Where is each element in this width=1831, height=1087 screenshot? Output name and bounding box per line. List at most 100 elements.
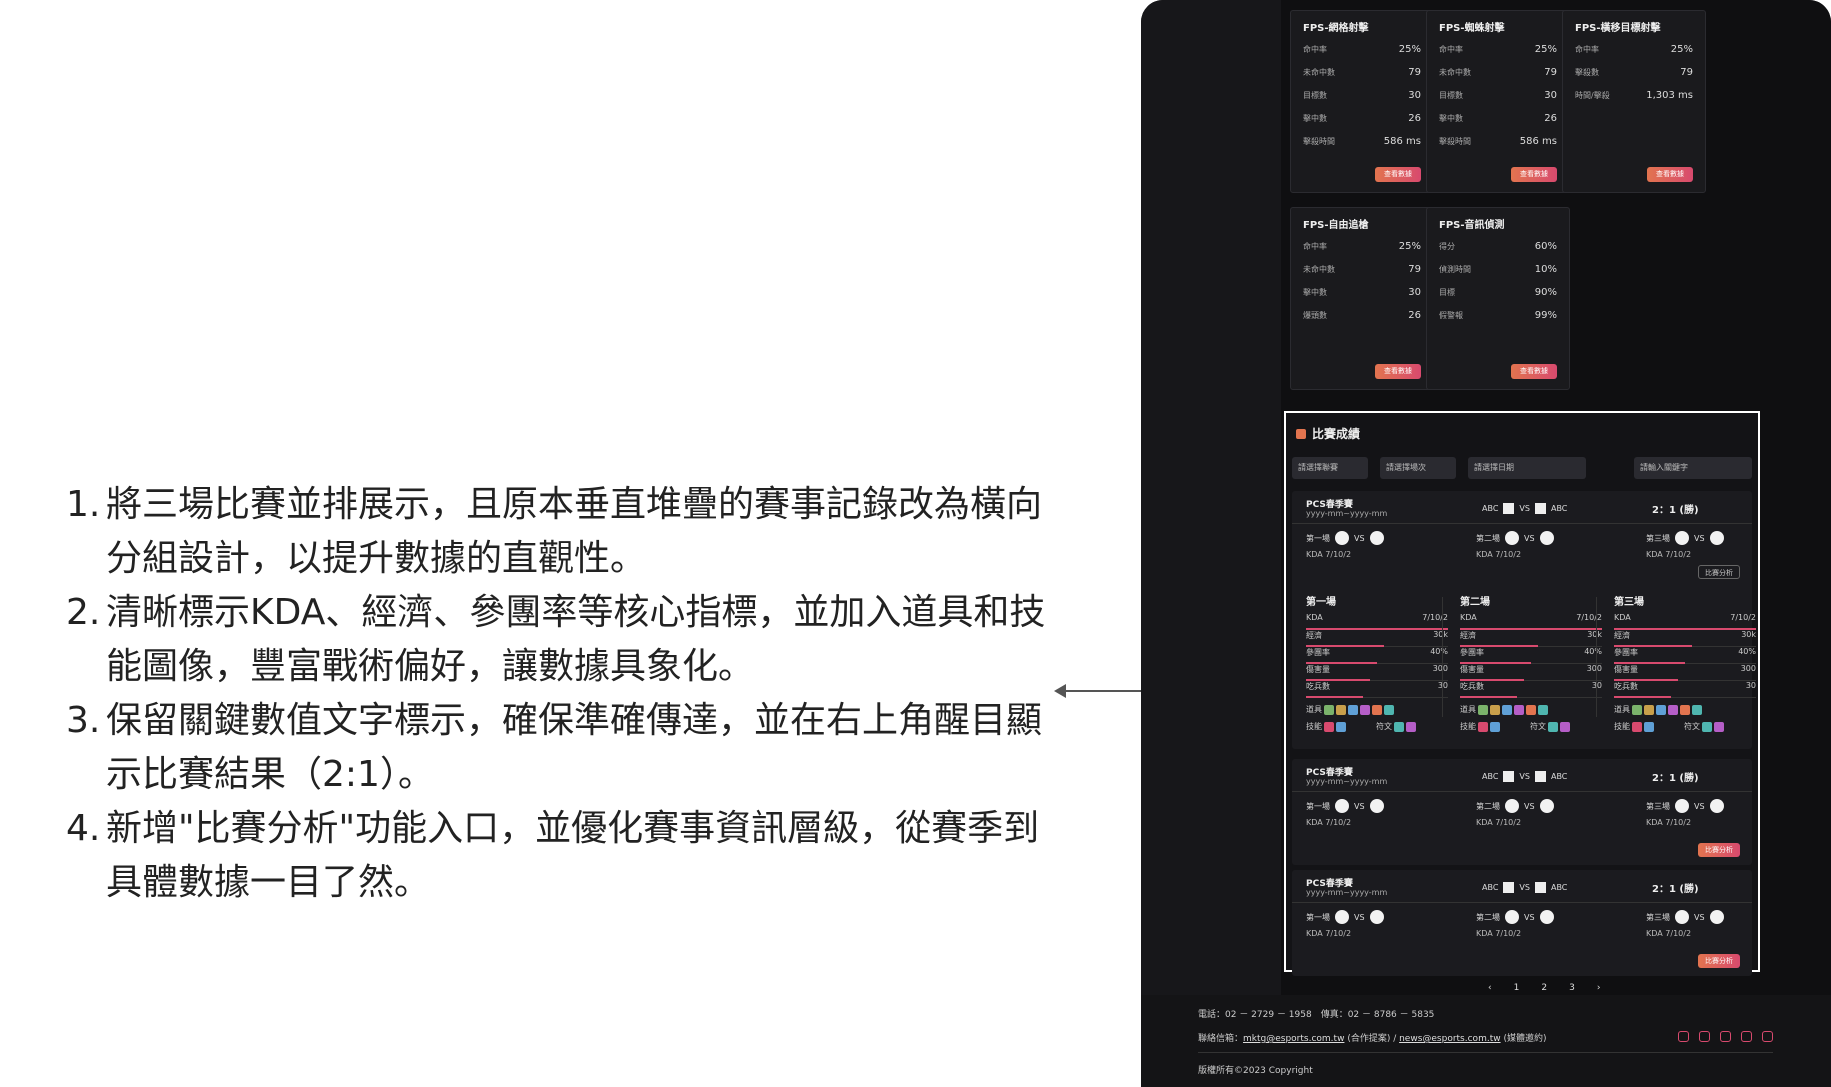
pagination: ‹ 1 2 3 ›	[1488, 983, 1600, 993]
set-teams: 第三場 VS	[1646, 910, 1724, 924]
rune-icon	[1702, 721, 1712, 732]
detail-label: 吃兵數	[1614, 682, 1638, 691]
stat-label: 目標	[1439, 288, 1455, 297]
column-divider	[1596, 597, 1597, 717]
set-teams: 第一場 VS	[1306, 910, 1384, 924]
sidebar	[1141, 0, 1281, 995]
player-avatar	[1335, 799, 1349, 813]
email-link-news[interactable]: news@esports.com.tw	[1399, 1034, 1501, 1044]
match-date: yyyy-mm~yyyy-mm	[1306, 509, 1388, 518]
team-b-name: ABC	[1550, 504, 1568, 513]
date-select[interactable]: 請選擇日期	[1468, 457, 1586, 479]
view-data-button[interactable]: 查看數據	[1375, 167, 1421, 182]
opponent-avatar	[1709, 799, 1724, 813]
stat-label: 偵測時間	[1439, 265, 1471, 274]
rune-icon	[1548, 721, 1558, 732]
match-analysis-button[interactable]: 比賽分析	[1698, 565, 1740, 579]
stat-row: 擊殺數 79	[1575, 67, 1693, 90]
email-link-mktg[interactable]: mktg@esports.com.tw	[1243, 1034, 1344, 1044]
team-b-name: ABC	[1550, 883, 1568, 892]
vs-label: VS	[1519, 883, 1530, 892]
stat-row: 擊殺時間 586 ms	[1439, 136, 1557, 159]
runes-label: 符文	[1530, 722, 1546, 731]
opponent-avatar	[1369, 799, 1384, 813]
team-a-logo	[1503, 503, 1515, 514]
stat-row: 爆頭數 26	[1303, 310, 1421, 333]
league-select[interactable]: 請選擇聯賽	[1292, 457, 1368, 479]
stat-value: 25%	[1534, 44, 1557, 55]
rune-icon	[1714, 721, 1724, 732]
match-card: PCS春季賽 yyyy-mm~yyyy-mm ABC VS ABC 2：1 (勝) 第一場 V…	[1292, 491, 1756, 749]
search-input[interactable]: 請輸入關鍵字	[1634, 457, 1752, 479]
match-results-panel: 比賽成績 請選擇聯賽 請選擇場次 請選擇日期 請輸入關鍵字 PCS春季賽 yyyy-mm~y…	[1284, 411, 1760, 976]
item-icon	[1526, 704, 1536, 715]
page-number[interactable]: 3	[1569, 983, 1575, 993]
stat-row: 未命中數 79	[1303, 264, 1421, 287]
match-analysis-button[interactable]: 比賽分析	[1698, 954, 1740, 968]
player-avatar	[1675, 531, 1689, 545]
note-item: 3. 保留關鍵數值文字標示，確保準確傳達，並在右上角醒目顯示比賽結果（2:1）。	[66, 694, 1046, 802]
prev-page-button[interactable]: ‹	[1488, 983, 1492, 993]
stat-card: FPS-橫移目標射擊 命中率 25% 擊殺數 79 時間/擊殺 1,303 ms 查看數據	[1562, 10, 1706, 193]
set-kda: KDA 7/10/2	[1306, 929, 1352, 938]
detail-label: KDA	[1460, 613, 1477, 622]
set-kda: KDA 7/10/2	[1306, 818, 1352, 827]
next-page-button[interactable]: ›	[1597, 983, 1601, 993]
match-analysis-button[interactable]: 比賽分析	[1698, 843, 1740, 857]
youtube-icon[interactable]	[1720, 1031, 1731, 1042]
page-number[interactable]: 1	[1514, 983, 1520, 993]
skills-row: 技能 符文	[1614, 721, 1756, 732]
page-number[interactable]: 2	[1541, 983, 1547, 993]
rune-icon	[1406, 721, 1416, 732]
view-data-button[interactable]: 查看數據	[1647, 167, 1693, 182]
opponent-avatar	[1539, 910, 1554, 924]
stat-label: 擊中數	[1439, 114, 1463, 123]
stat-label: 擊中數	[1303, 114, 1327, 123]
set-teams: 第二場 VS	[1476, 799, 1554, 813]
detail-label: 參團率	[1460, 648, 1484, 657]
item-icon	[1478, 704, 1488, 715]
item-icon	[1632, 704, 1642, 715]
skill-icon	[1336, 721, 1346, 732]
stat-value: 586 ms	[1383, 136, 1421, 147]
view-data-button[interactable]: 查看數據	[1511, 167, 1557, 182]
vs-label: VS	[1519, 772, 1530, 781]
detail-value: 30	[1745, 681, 1756, 690]
stat-label: 命中率	[1439, 45, 1463, 54]
note-text: 保留關鍵數值文字標示，確保準確傳達，並在右上角醒目顯示比賽結果（2:1）。	[106, 700, 1043, 795]
detail-value: 300	[1432, 664, 1448, 673]
match-score: 2：1 (勝)	[1652, 505, 1699, 516]
set-teams: 第一場 VS	[1306, 799, 1384, 813]
set-kda: KDA 7/10/2	[1646, 929, 1692, 938]
match-score: 2：1 (勝)	[1652, 773, 1699, 784]
skills-row: 技能 符文	[1460, 721, 1602, 732]
detail-row: KDA 7/10/2	[1460, 613, 1602, 630]
stat-value: 90%	[1534, 287, 1557, 298]
facebook-icon[interactable]	[1699, 1031, 1710, 1042]
detail-label: 經濟	[1306, 631, 1322, 640]
set-label: 第一場	[1306, 912, 1330, 922]
game-detail: 第三場 KDA 7/10/2 經濟 30k 參團率 40% 傷害量 300 吃兵數 30 道具 技能 符文	[1614, 593, 1756, 732]
stat-row: 未命中數 79	[1439, 67, 1557, 90]
detail-row: 傷害量 300	[1614, 664, 1756, 681]
detail-value: 7/10/2	[1730, 613, 1756, 622]
skill-icon	[1478, 721, 1488, 732]
instagram-icon[interactable]	[1762, 1031, 1773, 1042]
detail-label: 傷害量	[1614, 665, 1638, 674]
footer: 電話：02 － 2729 － 1958 傳真：02 － 8786 － 5835 …	[1141, 995, 1831, 1087]
detail-row: 吃兵數30	[1306, 681, 1448, 698]
detail-value: 40%	[1738, 647, 1756, 656]
game-detail-title: 第一場	[1306, 597, 1336, 608]
detail-bar	[1306, 696, 1363, 698]
detail-label: KDA	[1614, 613, 1631, 622]
items-row: 道具	[1460, 704, 1602, 715]
player-avatar	[1675, 799, 1689, 813]
view-data-button[interactable]: 查看數據	[1375, 364, 1421, 379]
round-select[interactable]: 請選擇場次	[1380, 457, 1456, 479]
stat-row: 目標 90%	[1439, 287, 1557, 310]
discord-icon[interactable]	[1741, 1031, 1752, 1042]
twitch-icon[interactable]	[1678, 1031, 1689, 1042]
team-b-name: ABC	[1550, 772, 1568, 781]
view-data-button[interactable]: 查看數據	[1511, 364, 1557, 379]
set-summary: 第二場 VS KDA 7/10/2	[1476, 799, 1554, 827]
